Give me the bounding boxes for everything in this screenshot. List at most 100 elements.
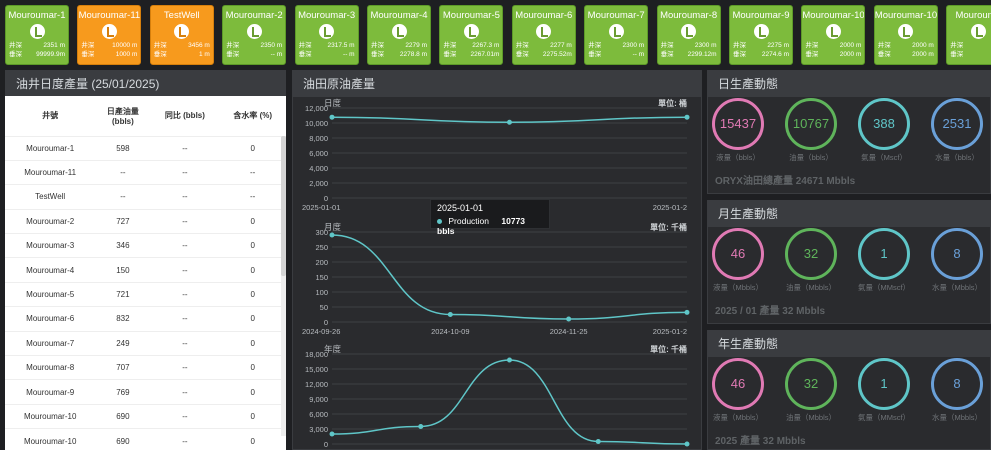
table-cell: 690 bbox=[95, 403, 151, 429]
y-tick-label: 8,000 bbox=[309, 134, 328, 143]
table-row[interactable]: Mouroumar-10 690 -- 0 bbox=[5, 428, 286, 450]
y-tick-label: 15,000 bbox=[305, 365, 328, 374]
table-cell: 598 bbox=[95, 135, 151, 161]
well-depth: 2267.3 m bbox=[472, 42, 500, 49]
well-card[interactable]: Mouroumar-2 井深 2350 m 垂深 -- m bbox=[222, 5, 287, 65]
table-row[interactable]: Mouroumar-5 721 -- 0 bbox=[5, 281, 286, 307]
well-pump-icon bbox=[319, 24, 335, 39]
table-cell: Mouroumar-10 bbox=[5, 428, 96, 450]
table-row[interactable]: Mouroumar-2 727 -- 0 bbox=[5, 208, 286, 234]
table-row[interactable]: Mouroumar-3 346 -- 0 bbox=[5, 233, 286, 258]
table-row[interactable]: Mouroumar-8 707 -- 0 bbox=[5, 355, 286, 380]
well-card[interactable]: Mouroumar-1 井深 2351 m 垂深 99999.9m bbox=[5, 5, 69, 65]
well-name: Mourouma bbox=[955, 10, 991, 21]
vertical-depth: 2278.8 m bbox=[399, 51, 427, 58]
table-cell: -- bbox=[150, 281, 220, 307]
vertical-depth: 2299.12m bbox=[687, 51, 717, 58]
data-point bbox=[684, 309, 690, 315]
well-depth-label: 井深 bbox=[81, 42, 95, 49]
table-cell: -- bbox=[150, 208, 220, 234]
y-tick-label: 0 bbox=[324, 440, 328, 449]
vertical-depth-label: 垂深 bbox=[588, 51, 602, 58]
table-cell: -- bbox=[150, 257, 220, 283]
table-cell: 346 bbox=[95, 233, 151, 258]
well-card[interactable]: Mouroumar-5 井深 2267.3 m 垂深 2267.01m bbox=[439, 5, 504, 65]
table-row[interactable]: Mouroumar-1 598 -- 0 bbox=[5, 135, 286, 161]
well-card[interactable]: Mouroumar-4 井深 2279 m 垂深 2278.8 m bbox=[367, 5, 431, 65]
vertical-depth: -- m bbox=[632, 51, 645, 58]
well-card[interactable]: Mouroumar-6 井深 2277 m 垂深 2275.52m bbox=[511, 5, 576, 65]
table-row[interactable]: Mouroumar-4 150 -- 0 bbox=[5, 257, 286, 283]
table-cell: Mouroumar-11 bbox=[5, 159, 96, 185]
well-depth-label: 井深 bbox=[805, 42, 819, 49]
table-cell: -- bbox=[150, 403, 220, 429]
table-cell: Mouroumar-4 bbox=[5, 257, 96, 283]
well-card[interactable]: Mouroumar-11 井深 10000 m 垂深 1000 m bbox=[77, 5, 142, 65]
chart-period-label: 日度 bbox=[324, 98, 342, 108]
well-card[interactable]: Mouroumar-9 井深 2275 m 垂深 2274.6 m bbox=[729, 5, 793, 65]
y-tick-label: 6,000 bbox=[309, 149, 328, 158]
table-row[interactable]: Mouroumar-7 249 -- 0 bbox=[5, 330, 286, 356]
table-row[interactable]: Mouroumar-11 -- -- -- bbox=[5, 159, 286, 185]
table-cell: Mouroumar-8 bbox=[5, 355, 96, 380]
table-cell: -- bbox=[150, 135, 220, 161]
well-depth-label: 井深 bbox=[153, 42, 167, 49]
vertical-depth-label: 垂深 bbox=[226, 51, 240, 58]
well-name: Mouroumar-8 bbox=[660, 10, 718, 21]
table-row[interactable]: Mouroumar-6 832 -- 0 bbox=[5, 306, 286, 332]
well-depth: 2275 m bbox=[767, 42, 789, 49]
summary-text: 2025 產量 32 Mbbls bbox=[715, 436, 806, 447]
table-row[interactable]: TestWell -- -- -- bbox=[5, 184, 286, 210]
table-cell: 769 bbox=[95, 379, 151, 405]
vertical-depth: -- m bbox=[343, 51, 355, 58]
well-depth: 2300 m bbox=[694, 42, 717, 49]
well-pump-icon bbox=[174, 24, 190, 39]
well-card[interactable]: Mouroumar-10 井深 2000 m 垂深 2000 m bbox=[801, 5, 866, 65]
data-point bbox=[566, 316, 572, 322]
well-card[interactable]: Mouroumar-7 井深 2300 m 垂深 -- m bbox=[584, 5, 649, 65]
series-dot-icon bbox=[437, 219, 442, 224]
well-name: Mouroumar-5 bbox=[442, 10, 500, 21]
well-card[interactable]: Mouroumar-8 井深 2300 m 垂深 2299.12m bbox=[656, 5, 721, 65]
panel-title: 年生產動態 bbox=[708, 331, 990, 357]
table-row[interactable]: Mouroumar-9 769 -- 0 bbox=[5, 379, 286, 405]
well-card[interactable]: Mouroumar-3 井深 2317.5 m 垂深 -- m bbox=[294, 5, 359, 65]
table-cell: 0 bbox=[219, 281, 286, 307]
y-tick-label: 50 bbox=[320, 303, 328, 312]
table-cell: -- bbox=[150, 428, 220, 450]
vertical-depth: 1 m bbox=[198, 51, 210, 58]
metric-circle: 15437 bbox=[712, 98, 764, 150]
table-cell: 832 bbox=[95, 306, 151, 332]
vertical-depth: 2267.01m bbox=[470, 51, 500, 58]
table-cell: Mouroumar-7 bbox=[5, 330, 96, 356]
table-row[interactable]: Mouroumar-10 690 -- 0 bbox=[5, 403, 286, 429]
data-point bbox=[507, 119, 512, 125]
well-card[interactable]: Mourouma井深2000垂深2000 bbox=[946, 5, 991, 65]
well-depth-label: 井深 bbox=[443, 42, 457, 49]
column-header: 日產油量 (bbls) bbox=[106, 106, 139, 126]
y-tick-label: 9,000 bbox=[309, 395, 328, 404]
well-strip: Mouroumar-1 井深 2351 m 垂深 99999.9m Mouroumar-1… bbox=[0, 0, 991, 68]
well-depth: 10000 m bbox=[112, 42, 138, 49]
well-depth: 2277 m bbox=[550, 42, 572, 49]
table-cell: 0 bbox=[219, 330, 286, 356]
table-cell: -- bbox=[150, 355, 220, 380]
well-depth-label: 井深 bbox=[877, 42, 891, 49]
vertical-depth-label: 垂深 bbox=[81, 51, 95, 58]
summary-text: 2025 / 01 產量 32 Mbbls bbox=[715, 306, 826, 317]
table-cell: Mouroumar-10 bbox=[5, 403, 96, 429]
vertical-depth-label: 垂深 bbox=[515, 51, 529, 58]
column-header: 同比 (bbls) bbox=[164, 111, 205, 121]
vertical-depth-label: 垂深 bbox=[805, 51, 819, 58]
table-scrollbar[interactable] bbox=[281, 136, 286, 436]
well-card[interactable]: TestWell 井深 3456 m 垂深 1 m bbox=[149, 5, 214, 65]
well-card[interactable]: Mouroumar-10 井深 2000 m 垂深 2000 m bbox=[873, 5, 938, 65]
well-depth-label: 井深 bbox=[226, 42, 240, 49]
well-pump-icon bbox=[463, 24, 479, 39]
vertical-depth-label: 垂深 bbox=[950, 51, 964, 58]
series-line bbox=[331, 359, 688, 445]
production-charts[interactable]: 0 2,000 4,000 6,000 8,000 10,000 12,000 日度 單位: 桶… bbox=[292, 96, 702, 450]
table-cell: 0 bbox=[219, 379, 286, 405]
chart-period-label: 年度 bbox=[324, 344, 342, 354]
scroll-thumb[interactable] bbox=[281, 136, 286, 276]
